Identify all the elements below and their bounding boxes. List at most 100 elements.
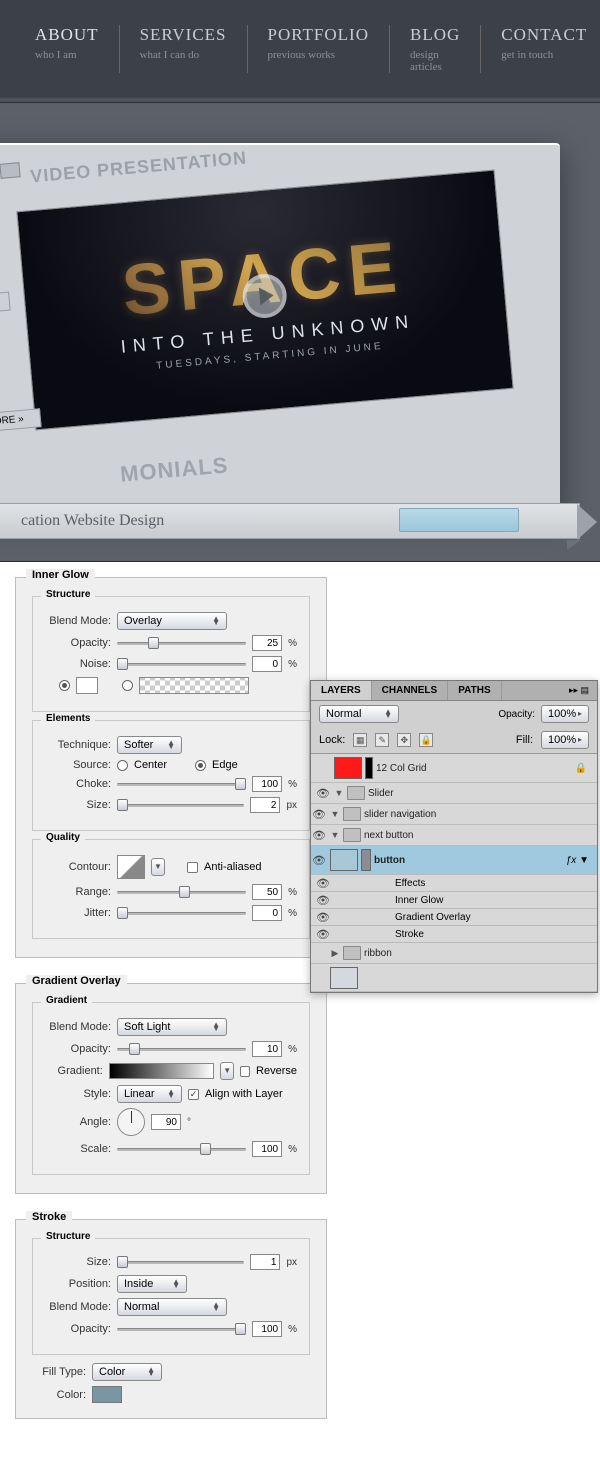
layer-row-ribbon[interactable]: ▶ ribbon (311, 943, 597, 964)
size-input[interactable] (250, 797, 280, 813)
choke-input[interactable] (252, 776, 282, 792)
effect-gradient-overlay[interactable]: 👁 Gradient Overlay (311, 909, 597, 926)
blend-mode-dropdown[interactable]: Soft Light▲▼ (117, 1018, 227, 1036)
blend-mode-dropdown[interactable]: Overlay▲▼ (117, 612, 227, 630)
inner-glow-panel: Inner Glow Structure Blend Mode: Overlay… (15, 577, 327, 958)
nav-item-contact[interactable]: CONTACT get in touch (480, 25, 600, 73)
disclosure-icon[interactable]: ▼ (330, 809, 340, 819)
color-radio[interactable] (59, 680, 70, 691)
percent-unit: % (288, 638, 297, 649)
nav-item-blog[interactable]: BLOG design articles (389, 25, 480, 73)
nav-title: BLOG (410, 25, 460, 45)
blend-mode-dropdown[interactable]: Normal▲▼ (117, 1298, 227, 1316)
nav-sub: design articles (410, 49, 460, 73)
opacity-input[interactable] (252, 1041, 282, 1057)
visibility-icon[interactable]: 👁 (315, 894, 331, 907)
range-slider[interactable] (117, 885, 246, 899)
layer-row-slidernav[interactable]: 👁 ▼ slider navigation (311, 804, 597, 825)
effects-row[interactable]: 👁 Effects (311, 875, 597, 892)
opacity-input[interactable] (252, 1321, 282, 1337)
blend-mode-label: Blend Mode: (45, 615, 111, 627)
layer-row[interactable] (311, 964, 597, 992)
video-thumbnail[interactable]: SPACE INTO THE UNKNOWN TUESDAYS, STARTIN… (16, 170, 513, 431)
opacity-slider[interactable] (117, 1322, 246, 1336)
opacity-slider[interactable] (117, 636, 246, 650)
edge-radio[interactable] (195, 760, 206, 771)
blend-mode-dropdown[interactable]: Normal▲▼ (319, 705, 399, 723)
elements-group: Elements Technique: Softer▲▼ Source: Cen… (32, 720, 310, 831)
anti-aliased-checkbox[interactable] (187, 862, 198, 873)
tab-paths[interactable]: PATHS (448, 681, 501, 700)
effect-stroke[interactable]: 👁 Stroke (311, 926, 597, 943)
nav-list: ABOUT who I am SERVICES what I can do PO… (15, 25, 585, 73)
scale-label: Scale: (45, 1143, 111, 1155)
technique-dropdown[interactable]: Softer▲▼ (117, 736, 182, 754)
read-more-button[interactable]: MORE » (0, 292, 11, 318)
layer-row-nextbtn[interactable]: 👁 ▼ next button (311, 825, 597, 846)
visibility-icon[interactable]: 👁 (315, 928, 331, 941)
gradient-dropdown[interactable]: ▼ (220, 1062, 234, 1080)
blend-mode-label: Blend Mode: (45, 1301, 111, 1313)
contour-dropdown[interactable]: ▼ (151, 858, 165, 876)
choke-slider[interactable] (117, 777, 246, 791)
visibility-icon[interactable]: 👁 (315, 787, 331, 800)
disclosure-icon[interactable]: ▼ (330, 830, 340, 840)
align-checkbox[interactable] (188, 1089, 199, 1100)
read-more-button[interactable]: READ MORE » (0, 408, 42, 437)
jitter-slider[interactable] (117, 906, 246, 920)
size-slider[interactable] (117, 798, 244, 812)
effect-inner-glow[interactable]: 👁 Inner Glow (311, 892, 597, 909)
size-slider[interactable] (117, 1255, 244, 1269)
fill-dropdown[interactable]: 100%▸ (541, 731, 589, 749)
nav-item-about[interactable]: ABOUT who I am (15, 25, 119, 73)
nav-item-portfolio[interactable]: PORTFOLIO previous works (247, 25, 390, 73)
fill-type-dropdown[interactable]: Color▲▼ (92, 1363, 162, 1381)
opacity-input[interactable] (252, 635, 282, 651)
opacity-slider[interactable] (117, 1042, 246, 1056)
visibility-icon[interactable]: 👁 (315, 877, 331, 890)
angle-dial[interactable] (117, 1108, 145, 1136)
percent-unit: % (288, 908, 297, 919)
style-dropdown[interactable]: Linear▲▼ (117, 1085, 182, 1103)
lock-position-icon[interactable]: ✥ (397, 733, 411, 747)
position-dropdown[interactable]: Inside▲▼ (117, 1275, 187, 1293)
angle-input[interactable] (151, 1114, 181, 1130)
lock-all-icon[interactable]: 🔒 (419, 733, 433, 747)
tab-layers[interactable]: LAYERS (311, 681, 372, 700)
scale-slider[interactable] (117, 1142, 246, 1156)
layer-row-button[interactable]: 👁 button ƒx ▼ (311, 846, 597, 875)
disclosure-icon[interactable]: ▼ (334, 788, 344, 798)
center-radio[interactable] (117, 760, 128, 771)
layer-name: button (374, 855, 405, 866)
disclosure-icon[interactable]: ▶ (330, 948, 340, 959)
glow-gradient-swatch[interactable] (139, 677, 249, 694)
lock-row: Lock: ▦ ✎ ✥ 🔒 Fill: 100%▸ (311, 727, 597, 754)
size-input[interactable] (250, 1254, 280, 1270)
visibility-icon[interactable]: 👁 (311, 808, 327, 821)
glow-color-swatch[interactable] (76, 677, 98, 694)
reverse-checkbox[interactable] (240, 1066, 250, 1077)
ribbon-button[interactable] (399, 508, 519, 532)
stroke-color-swatch[interactable] (92, 1386, 122, 1403)
gradient-swatch[interactable] (109, 1063, 214, 1079)
visibility-icon[interactable]: 👁 (311, 829, 327, 842)
lock-transparency-icon[interactable]: ▦ (353, 733, 367, 747)
layer-row-slider[interactable]: 👁 ▼ Slider (311, 783, 597, 804)
lock-pixels-icon[interactable]: ✎ (375, 733, 389, 747)
visibility-icon[interactable]: 👁 (315, 911, 331, 924)
panel-expand-icon[interactable]: ▸▸ ▤ (561, 681, 597, 700)
jitter-input[interactable] (252, 905, 282, 921)
visibility-icon[interactable]: 👁 (311, 854, 327, 867)
contour-picker[interactable] (117, 855, 145, 879)
range-input[interactable] (252, 884, 282, 900)
nav-item-services[interactable]: SERVICES what I can do (119, 25, 247, 73)
tab-channels[interactable]: CHANNELS (372, 681, 449, 700)
noise-slider[interactable] (117, 657, 246, 671)
gradient-radio[interactable] (122, 680, 133, 691)
scale-input[interactable] (252, 1141, 282, 1157)
layer-row-grid[interactable]: 12 Col Grid 🔒 (311, 754, 597, 783)
fx-badge[interactable]: ƒx ▼ (566, 855, 589, 866)
group-title: Structure (41, 589, 95, 600)
opacity-dropdown[interactable]: 100%▸ (541, 705, 589, 723)
noise-input[interactable] (252, 656, 282, 672)
